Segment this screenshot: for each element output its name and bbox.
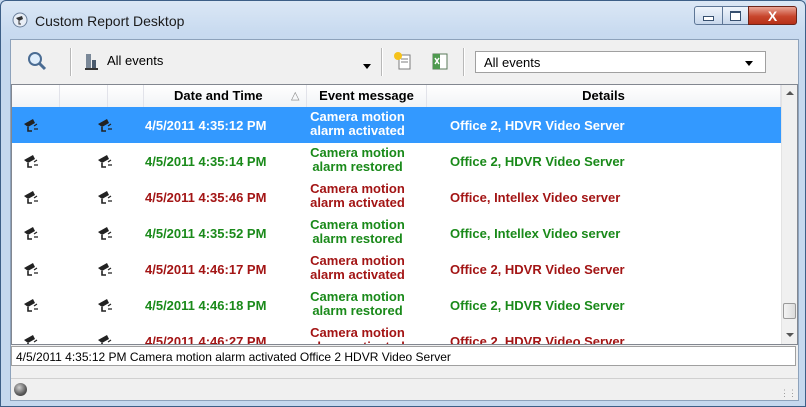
row-message-line1: Camera motion	[310, 289, 405, 304]
column-header-empty	[108, 85, 144, 107]
row-message-line1: Camera motion	[310, 109, 405, 124]
connection-status-icon	[14, 383, 27, 396]
minimize-icon	[703, 16, 714, 21]
toolbar-separator	[463, 48, 465, 76]
row-message-line1: Camera motion	[310, 253, 405, 268]
row-event-message: Camera motion alarm restored	[300, 146, 415, 174]
camera-alarm-icon	[22, 297, 40, 313]
row-message-line2: alarm restored	[312, 303, 403, 318]
scroll-up-icon[interactable]	[786, 91, 794, 95]
table-row[interactable]: 4/5/2011 4:35:12 PM Camera motion alarm ac…	[12, 107, 781, 143]
status-bar: ⋮⋮	[11, 378, 798, 401]
maximize-button[interactable]	[722, 6, 749, 25]
close-icon: X	[767, 7, 778, 24]
camera-alarm-icon	[22, 261, 40, 277]
chevron-down-icon[interactable]	[363, 64, 371, 69]
row-message-line1: Camera motion	[310, 325, 405, 340]
camera-source-icon	[96, 297, 114, 313]
row-message-line2: alarm restored	[312, 231, 403, 246]
sort-ascending-icon: △	[291, 90, 300, 102]
row-details: Office 2, HDVR Video Server	[450, 298, 625, 313]
magnifier-icon[interactable]	[27, 51, 47, 71]
row-event-message: Camera motionalarm activated	[300, 326, 415, 345]
camera-source-icon	[96, 225, 114, 241]
row-message-line2: alarm activated	[310, 195, 405, 210]
event-filter-combo[interactable]: All events	[107, 53, 163, 68]
row-details: Office, Intellex Video server	[450, 226, 621, 241]
row-event-message: Camera motion alarm restored	[300, 218, 415, 246]
row-details: Office 2, HDVR Video Server	[450, 118, 625, 133]
camera-alarm-icon	[22, 225, 40, 241]
row-datetime: 4/5/2011 4:35:52 PM	[145, 226, 267, 241]
row-datetime: 4/5/2011 4:46:27 PM	[145, 334, 267, 345]
row-details: Office 2, HDVR Video Server	[450, 154, 625, 169]
table-row[interactable]: 4/5/2011 4:46:17 PM Camera motion alarm ac…	[12, 251, 781, 287]
window-title: Custom Report Desktop	[35, 13, 185, 29]
column-header-icon2[interactable]	[60, 85, 108, 107]
table-row[interactable]: 4/5/2011 4:35:14 PM Camera motion alarm re…	[12, 143, 781, 179]
row-message-line1: Camera motion	[310, 181, 405, 196]
excel-export-icon[interactable]	[430, 51, 450, 71]
camera-source-icon	[96, 153, 114, 169]
title-bar[interactable]: Custom Report Desktop X	[1, 1, 805, 39]
client-area: All events All events Date and Time △ Ev…	[10, 39, 799, 401]
row-datetime: 4/5/2011 4:46:17 PM	[145, 262, 267, 277]
camera-source-icon	[96, 117, 114, 133]
row-event-message: Camera motionalarm activated	[300, 110, 415, 138]
row-datetime: 4/5/2011 4:35:14 PM	[145, 154, 267, 169]
row-message-line2: alarm activated	[300, 340, 415, 345]
table-row[interactable]: 4/5/2011 4:46:27 PM Camera motionalarm ac…	[12, 323, 781, 345]
row-datetime: 4/5/2011 4:35:46 PM	[145, 190, 267, 205]
toolbar-separator	[381, 48, 383, 76]
row-message-line2: alarm activated	[310, 123, 405, 138]
row-message-line2: alarm restored	[312, 159, 403, 174]
row-message-line1: Camera motion	[310, 145, 405, 160]
grid-header: Date and Time △ Event message Details	[12, 85, 781, 108]
table-row[interactable]: 4/5/2011 4:35:46 PM Camera motion alarm ac…	[12, 179, 781, 215]
table-row[interactable]: 4/5/2011 4:46:18 PM Camera motion alarm re…	[12, 287, 781, 323]
row-event-message: Camera motion alarm restored	[300, 290, 415, 318]
camera-alarm-icon	[22, 153, 40, 169]
row-details: Office 2, HDVR Video Server	[450, 262, 625, 277]
row-event-message: Camera motionalarm activated	[300, 254, 415, 282]
camera-alarm-icon	[22, 333, 40, 344]
minimize-button[interactable]	[694, 6, 723, 25]
row-details: Office 2, HDVR Video Server	[450, 334, 625, 345]
filter-icon	[85, 54, 98, 70]
main-window: Custom Report Desktop X All events All e…	[0, 0, 806, 407]
row-details: Office, Intellex Video server	[450, 190, 621, 205]
camera-source-icon	[96, 189, 114, 205]
camera-alarm-icon	[22, 117, 40, 133]
column-header-date[interactable]: Date and Time	[144, 85, 307, 107]
table-row[interactable]: 4/5/2011 4:35:52 PM Camera motion alarm re…	[12, 215, 781, 251]
selected-event-detail: 4/5/2011 4:35:12 PM Camera motion alarm …	[11, 346, 796, 366]
resize-grip-icon[interactable]: ⋮⋮	[780, 388, 797, 399]
camera-source-icon	[96, 261, 114, 277]
second-combo-value: All events	[484, 55, 541, 70]
row-datetime: 4/5/2011 4:46:18 PM	[145, 298, 267, 313]
column-header-details[interactable]: Details	[427, 85, 781, 107]
row-message-line2: alarm activated	[310, 267, 405, 282]
events-grid: Date and Time △ Event message Details 4/…	[11, 84, 798, 345]
column-header-message[interactable]: Event message	[307, 85, 427, 107]
column-header-icon1[interactable]	[12, 85, 60, 107]
second-event-combo[interactable]: All events	[475, 51, 766, 73]
scroll-down-icon[interactable]	[786, 333, 794, 337]
vertical-scrollbar[interactable]	[781, 85, 797, 344]
toolbar-separator	[70, 48, 72, 76]
row-message-line1: Camera motion	[310, 217, 405, 232]
close-button[interactable]: X	[748, 6, 797, 25]
scroll-thumb[interactable]	[783, 303, 796, 319]
toolbar: All events All events	[11, 40, 798, 84]
camera-source-icon	[96, 333, 114, 344]
row-event-message: Camera motionalarm activated	[300, 182, 415, 210]
chevron-down-icon[interactable]	[745, 61, 753, 66]
new-report-icon[interactable]	[393, 51, 413, 71]
camera-app-icon	[12, 12, 28, 28]
maximize-icon	[730, 10, 741, 21]
row-datetime: 4/5/2011 4:35:12 PM	[145, 118, 267, 133]
camera-alarm-icon	[22, 189, 40, 205]
